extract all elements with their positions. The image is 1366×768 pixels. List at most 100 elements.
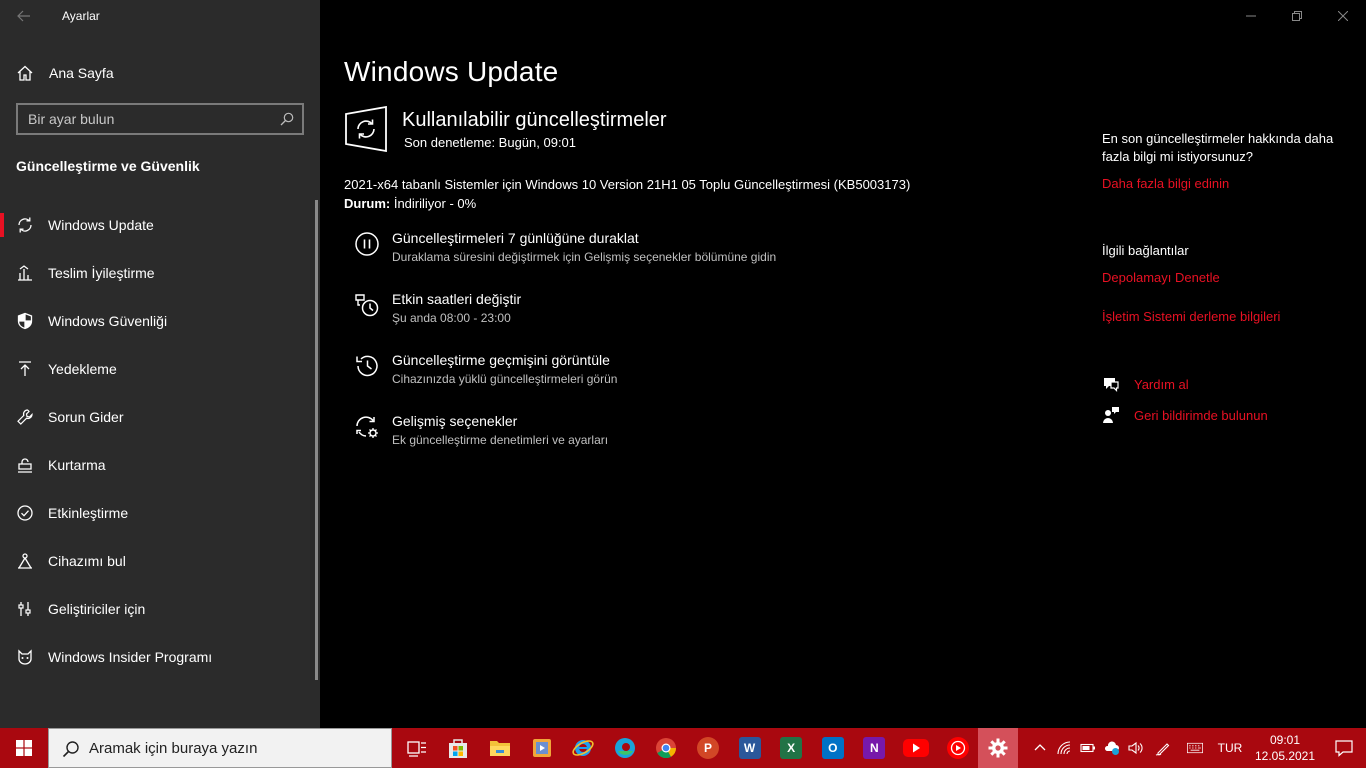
sidebar-item-delivery-optimization[interactable]: Teslim İyileştirme	[0, 249, 316, 297]
sidebar-item-label: Geliştiriciler için	[48, 601, 146, 617]
youtube-music-icon	[946, 737, 969, 759]
clock-time: 09:01	[1269, 733, 1301, 747]
taskbar-app-powerpoint[interactable]: P	[687, 728, 729, 768]
taskbar-app-media-player[interactable]	[521, 728, 563, 768]
related-title: İlgili bağlantılar	[1102, 243, 1189, 258]
taskbar-app-outlook[interactable]: O	[812, 728, 854, 768]
taskbar-app-chrome[interactable]	[646, 728, 688, 768]
taskbar-apps: P W X O N	[396, 728, 1019, 768]
taskbar-app-task-view[interactable]	[396, 728, 438, 768]
home-label: Ana Sayfa	[49, 65, 114, 81]
update-tray-button[interactable]	[1100, 728, 1124, 768]
taskbar-app-internet-explorer[interactable]	[562, 728, 604, 768]
taskbar: Aramak için buraya yazın P W X O N TUR 0…	[0, 728, 1366, 768]
taskbar-app-youtube-music[interactable]	[937, 728, 979, 768]
info-text: En son güncelleştirmeler hakkında daha f…	[1102, 131, 1334, 164]
advanced-sync-gear-icon	[356, 416, 378, 438]
taskbar-app-store[interactable]	[438, 728, 480, 768]
update-status-icon	[345, 106, 387, 152]
option-desc: Cihazınızda yüklü güncelleştirmeleri gör…	[392, 372, 618, 386]
youtube-icon	[902, 739, 929, 757]
sidebar-item-activation[interactable]: Etkinleştirme	[0, 489, 316, 537]
feedback-label: Geri bildirimde bulunun	[1134, 407, 1268, 423]
option-title: Etkin saatleri değiştir	[392, 291, 522, 307]
related-link-os-build[interactable]: İşletim Sistemi derleme bilgileri	[1102, 309, 1280, 324]
settings-sidebar: Ayarlar Ana Sayfa Güncelleştirme ve Güve…	[0, 0, 320, 728]
cloud-sync-icon	[1104, 741, 1119, 755]
settings-search-input[interactable]	[18, 105, 268, 133]
taskbar-app-excel[interactable]: X	[770, 728, 812, 768]
volume-tray-button[interactable]	[1124, 728, 1148, 768]
battery-tray-button[interactable]	[1076, 728, 1100, 768]
main-content: Windows Update Kullanılabilir güncelleşt…	[320, 0, 1366, 728]
help-link[interactable]: Yardım al	[1102, 374, 1189, 394]
back-button[interactable]	[12, 6, 36, 26]
back-arrow-icon	[17, 10, 30, 22]
taskbar-app-youtube[interactable]	[895, 728, 937, 768]
check-circle-icon	[17, 505, 33, 521]
app-title: Ayarlar	[62, 9, 100, 23]
pause-icon	[355, 232, 379, 256]
clock[interactable]: 09:01 12.05.2021	[1248, 732, 1322, 764]
touch-keyboard-button[interactable]	[1178, 728, 1212, 768]
sidebar-item-backup[interactable]: Yedekleme	[0, 345, 316, 393]
chrome-icon	[656, 738, 677, 759]
option-desc: Şu anda 08:00 - 23:00	[392, 311, 511, 325]
learn-more-link[interactable]: Daha fazla bilgi edinin	[1102, 176, 1229, 191]
taskbar-search[interactable]: Aramak için buraya yazın	[48, 728, 392, 768]
excel-icon: X	[780, 737, 803, 759]
windows-logo-icon	[16, 740, 32, 756]
onenote-icon: N	[863, 737, 886, 759]
sync-icon	[18, 217, 32, 233]
title-bar: Ayarlar	[0, 0, 320, 32]
notification-icon	[1335, 740, 1353, 757]
find-device-icon	[18, 553, 32, 569]
show-hidden-icons-button[interactable]	[1028, 728, 1052, 768]
sidebar-scrollbar[interactable]	[315, 200, 318, 680]
option-desc: Ek güncelleştirme denetimleri ve ayarlar…	[392, 433, 609, 447]
clock-date: 12.05.2021	[1254, 749, 1316, 763]
chevron-up-icon	[1034, 744, 1046, 751]
sidebar-item-label: Teslim İyileştirme	[48, 265, 155, 281]
feedback-link[interactable]: Geri bildirimde bulunun	[1102, 405, 1268, 425]
sidebar-item-label: Windows Insider Programı	[48, 649, 213, 665]
sidebar-item-find-my-device[interactable]: Cihazımı bul	[0, 537, 316, 585]
taskbar-app-file-explorer[interactable]	[479, 728, 521, 768]
search-icon[interactable]	[280, 112, 294, 126]
active-hours-clock-icon	[355, 294, 379, 317]
taskbar-app-word[interactable]: W	[729, 728, 771, 768]
sidebar-item-label: Kurtarma	[48, 457, 106, 473]
settings-search[interactable]	[16, 103, 304, 135]
status-label: Durum:	[344, 196, 391, 211]
feedback-person-icon	[1103, 407, 1119, 423]
sidebar-item-windows-security[interactable]: Windows Güvenliği	[0, 297, 316, 345]
sidebar-item-for-developers[interactable]: Geliştiriciler için	[0, 585, 316, 633]
recovery-icon	[18, 458, 32, 473]
outlook-icon: O	[821, 737, 844, 759]
taskbar-app-settings[interactable]	[978, 728, 1019, 768]
sidebar-item-troubleshoot[interactable]: Sorun Gider	[0, 393, 316, 441]
sidebar-item-label: Yedekleme	[48, 361, 117, 377]
sidebar-item-windows-update[interactable]: Windows Update	[0, 201, 316, 249]
home-link[interactable]: Ana Sayfa	[16, 62, 114, 84]
internet-explorer-icon	[572, 740, 594, 756]
insider-cat-icon	[18, 649, 32, 665]
option-desc: Duraklama süresini değiştirmek için Geli…	[392, 250, 777, 264]
related-link-storage[interactable]: Depolamayı Denetle	[1102, 270, 1220, 285]
option-title: Gelişmiş seçenekler	[392, 413, 518, 429]
input-language[interactable]: TUR	[1212, 741, 1248, 755]
taskbar-app-edge[interactable]	[604, 728, 646, 768]
sidebar-item-recovery[interactable]: Kurtarma	[0, 441, 316, 489]
folder-icon	[489, 741, 510, 756]
section-title: Güncelleştirme ve Güvenlik	[16, 158, 200, 174]
pen-workspace-button[interactable]	[1148, 728, 1178, 768]
pen-icon	[1155, 743, 1170, 756]
taskbar-app-onenote[interactable]: N	[854, 728, 896, 768]
start-button[interactable]	[0, 728, 48, 768]
sidebar-item-windows-insider[interactable]: Windows Insider Programı	[0, 633, 316, 681]
delivery-optimization-icon	[18, 265, 32, 281]
powerpoint-icon: P	[696, 737, 719, 759]
update-name: 2021-x64 tabanlı Sistemler için Windows …	[344, 177, 911, 192]
action-center-button[interactable]	[1322, 728, 1366, 768]
network-tray-button[interactable]	[1052, 728, 1076, 768]
